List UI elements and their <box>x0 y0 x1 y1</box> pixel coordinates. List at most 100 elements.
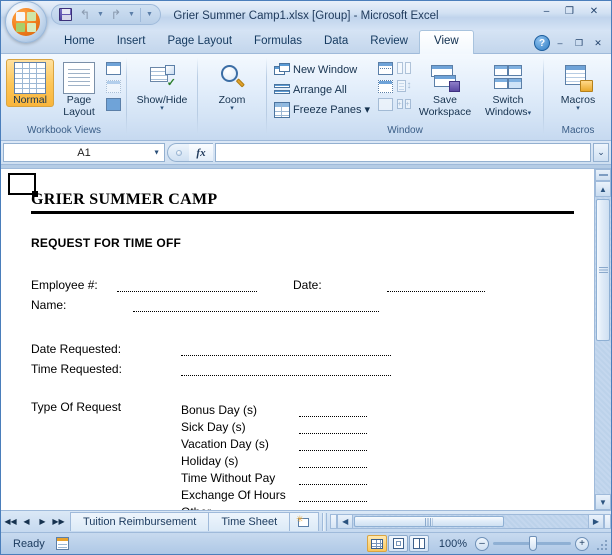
last-sheet-button[interactable]: ▶▶ <box>51 514 66 530</box>
zoom-group-label <box>202 124 262 138</box>
undo-dropdown[interactable]: ▼ <box>96 6 105 23</box>
list-item: Sick Day (s) <box>181 417 574 434</box>
date-input[interactable] <box>387 279 485 292</box>
name-input[interactable] <box>133 299 379 312</box>
zoom-button[interactable]: Zoom ▾ <box>202 59 262 113</box>
tab-view[interactable]: View <box>419 30 474 54</box>
date-requested-label: Date Requested: <box>31 342 122 356</box>
close-button[interactable]: ✕ <box>582 4 606 19</box>
insert-function-button[interactable]: fx <box>189 143 213 162</box>
maximize-button[interactable]: ❐ <box>559 4 580 19</box>
time-requested-input[interactable] <box>181 363 391 376</box>
reset-window-position-button[interactable]: + + <box>395 96 413 113</box>
hide-window-button[interactable] <box>376 78 394 95</box>
office-button[interactable] <box>5 1 47 43</box>
minimize-button[interactable]: – <box>536 4 557 19</box>
tab-formulas[interactable]: Formulas <box>243 31 313 53</box>
scroll-left-button[interactable]: ◀ <box>337 514 354 529</box>
custom-views-button[interactable] <box>104 78 122 95</box>
next-sheet-button[interactable]: ▶ <box>35 514 50 530</box>
horizontal-scroll-thumb[interactable] <box>354 516 505 527</box>
close-workbook-button[interactable]: ✕ <box>589 36 607 51</box>
redo-dropdown[interactable]: ▼ <box>127 6 136 23</box>
page-layout-view-button[interactable]: Page Layout <box>55 59 103 119</box>
horizontal-scrollbar[interactable]: ◀ ▶ <box>330 513 611 530</box>
scroll-up-button[interactable]: ▲ <box>595 181 611 197</box>
first-sheet-button[interactable]: ◀◀ <box>3 514 18 530</box>
page-layout-view-shortcut[interactable] <box>388 535 408 552</box>
restore-window-button[interactable]: ❐ <box>570 36 588 51</box>
formula-bar: A1 ▼ fx ⌄ <box>1 141 611 165</box>
scroll-right-button[interactable]: ▶ <box>588 514 604 529</box>
save-workspace-button[interactable]: Save Workspace <box>414 59 476 119</box>
tab-data[interactable]: Data <box>313 31 359 53</box>
zoom-slider-thumb[interactable] <box>529 536 537 551</box>
page-break-preview-button[interactable] <box>104 60 122 77</box>
request-type-input[interactable] <box>299 456 367 468</box>
save-button[interactable] <box>56 6 74 23</box>
request-type-input[interactable] <box>299 490 367 502</box>
previous-sheet-button[interactable]: ◀ <box>19 514 34 530</box>
sheet-tab-tuition-reimbursement[interactable]: Tuition Reimbursement <box>70 512 210 531</box>
resize-grip[interactable] <box>595 538 607 550</box>
tab-review[interactable]: Review <box>359 31 419 53</box>
minimize-ribbon-button[interactable]: – <box>551 36 569 51</box>
tab-page-layout[interactable]: Page Layout <box>156 31 243 53</box>
list-item: Time Without Pay <box>181 468 574 485</box>
sheet-tab-time-sheet[interactable]: Time Sheet <box>208 512 291 531</box>
ribbon-tab-strip: Home Insert Page Layout Formulas Data Re… <box>1 30 611 54</box>
horizontal-scroll-track[interactable] <box>353 514 588 529</box>
tab-insert[interactable]: Insert <box>106 31 157 53</box>
zoom-out-button[interactable]: – <box>475 536 489 551</box>
split-handle-vertical[interactable] <box>595 169 611 181</box>
scroll-down-button[interactable]: ▼ <box>595 494 611 510</box>
minus-icon: – <box>479 537 485 549</box>
request-type-input[interactable] <box>299 473 367 485</box>
unhide-window-button[interactable] <box>376 96 394 113</box>
normal-view-shortcut[interactable] <box>367 535 387 552</box>
arrange-all-button[interactable]: Arrange All <box>271 80 375 99</box>
divider <box>140 7 141 22</box>
vertical-scroll-track[interactable] <box>595 197 611 494</box>
chevron-down-icon: ▼ <box>146 11 153 18</box>
switch-windows-button[interactable]: Switch Windows▾ <box>477 59 539 119</box>
expand-formula-bar-button[interactable]: ⌄ <box>593 143 609 162</box>
synchronous-scrolling-icon: ↕ <box>396 80 412 93</box>
type-of-request-label: Type Of Request <box>31 400 122 414</box>
switch-windows-label-2: Windows▾ <box>484 106 532 118</box>
divider <box>543 58 545 134</box>
zoom-slider-track[interactable] <box>493 536 571 551</box>
help-button[interactable]: ? <box>534 35 550 51</box>
full-screen-button[interactable] <box>104 96 122 113</box>
formula-bar-round-button[interactable] <box>167 143 189 162</box>
request-type-input[interactable] <box>299 405 367 417</box>
vertical-scroll-thumb[interactable] <box>596 199 610 341</box>
split-button[interactable] <box>376 60 394 77</box>
page-break-preview-shortcut[interactable] <box>409 535 429 552</box>
tab-split-handle[interactable] <box>322 512 328 531</box>
freeze-panes-button[interactable]: Freeze Panes ▾ <box>271 100 375 119</box>
customize-qat-button[interactable]: ▼ <box>145 6 154 23</box>
zoom-in-button[interactable]: + <box>575 536 589 551</box>
worksheet-canvas[interactable]: GRIER SUMMER CAMP REQUEST FOR TIME OFF E… <box>1 169 594 510</box>
redo-button[interactable]: ↱ <box>107 6 125 23</box>
new-window-button[interactable]: New Window <box>271 60 375 79</box>
vertical-scrollbar[interactable]: ▲ ▼ <box>594 169 611 510</box>
request-type-input[interactable] <box>299 439 367 451</box>
macros-button[interactable]: Macros ▾ <box>548 59 608 113</box>
zoom-level-label[interactable]: 100% <box>435 538 471 550</box>
view-side-by-side-button[interactable] <box>395 60 413 77</box>
formula-input[interactable] <box>215 143 591 162</box>
insert-worksheet-button[interactable]: ✳ <box>289 512 320 531</box>
synchronous-scrolling-button[interactable]: ↕ <box>395 78 413 95</box>
split-icon <box>377 62 393 75</box>
show-hide-button[interactable]: ✓ Show/Hide ▾ <box>131 59 193 113</box>
date-requested-input[interactable] <box>181 343 391 356</box>
new-window-label: New Window <box>293 63 358 76</box>
undo-button[interactable]: ↰ <box>76 6 94 23</box>
normal-view-button[interactable]: Normal <box>6 59 54 107</box>
request-type-input[interactable] <box>299 422 367 434</box>
tab-home[interactable]: Home <box>53 31 106 53</box>
employee-number-input[interactable] <box>117 279 257 292</box>
name-box[interactable]: A1 ▼ <box>3 143 165 162</box>
